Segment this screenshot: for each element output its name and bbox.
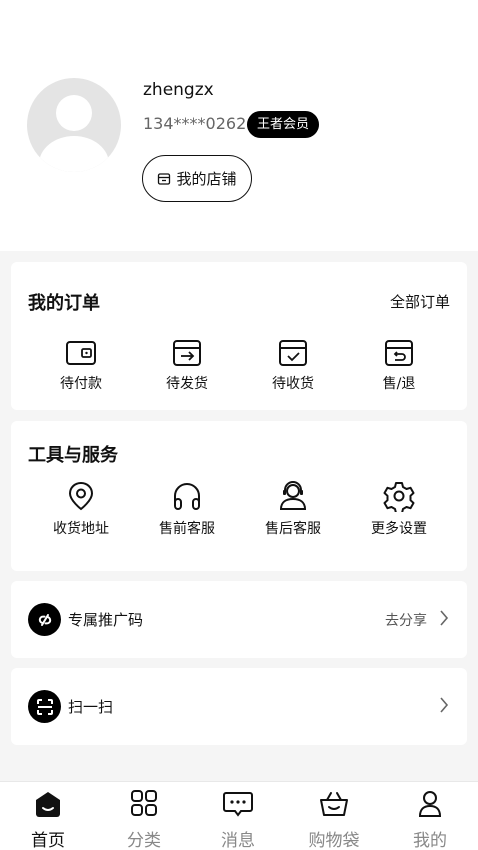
headphones-icon bbox=[174, 483, 200, 510]
all-orders-link[interactable]: 全部订单 bbox=[390, 291, 450, 312]
tab-label: 首页 bbox=[31, 831, 65, 850]
tab-mine[interactable]: 我的 bbox=[382, 790, 478, 850]
location-pin-icon bbox=[68, 481, 94, 511]
order-item-label: 待付款 bbox=[60, 376, 102, 392]
scan-icon bbox=[28, 690, 61, 723]
promo-code-row[interactable]: 专属推广码 去分享 bbox=[11, 581, 467, 658]
order-pending-receipt[interactable]: 待收货 bbox=[240, 339, 346, 393]
tab-label: 消息 bbox=[221, 831, 255, 850]
orders-title: 我的订单 bbox=[28, 293, 100, 314]
message-icon bbox=[223, 792, 253, 817]
gear-icon bbox=[383, 482, 415, 512]
order-item-label: 待发货 bbox=[166, 376, 208, 392]
my-shop-button[interactable]: 我的店铺 bbox=[142, 155, 252, 202]
shop-icon bbox=[158, 172, 171, 185]
tools-card: 工具与服务 收货地址 售前客服 售后客服 更多设置 bbox=[11, 421, 467, 571]
phone-number: 134****0262 bbox=[143, 114, 247, 133]
tab-home[interactable]: 首页 bbox=[0, 790, 96, 850]
avatar-head bbox=[56, 95, 92, 131]
chevron-right-icon bbox=[440, 697, 449, 713]
profile-header: zhengzx 134****0262 王者会员 我的店铺 bbox=[0, 0, 478, 251]
my-shop-label: 我的店铺 bbox=[176, 170, 237, 188]
box-arrow-icon bbox=[173, 340, 201, 366]
order-pending-payment[interactable]: 待付款 bbox=[28, 339, 134, 393]
box-check-icon bbox=[279, 340, 307, 366]
chevron-right-icon bbox=[440, 610, 449, 626]
tools-title: 工具与服务 bbox=[28, 445, 118, 466]
order-after-sale[interactable]: 售/退 bbox=[346, 339, 452, 393]
tab-messages[interactable]: 消息 bbox=[190, 790, 286, 850]
share-link[interactable]: 去分享 bbox=[385, 610, 427, 630]
tab-label: 我的 bbox=[413, 831, 447, 850]
scan-row[interactable]: 扫一扫 bbox=[11, 668, 467, 745]
agent-icon bbox=[279, 481, 307, 510]
user-icon bbox=[418, 791, 442, 817]
tool-aftersale-service[interactable]: 售后客服 bbox=[240, 480, 346, 538]
tab-category[interactable]: 分类 bbox=[96, 790, 192, 850]
order-item-label: 待收货 bbox=[272, 376, 314, 392]
tool-item-label: 售前客服 bbox=[159, 521, 215, 537]
tool-item-label: 售后客服 bbox=[265, 521, 321, 537]
tool-item-label: 收货地址 bbox=[53, 521, 109, 537]
category-icon bbox=[131, 790, 157, 816]
bottom-tab-bar: 首页 分类 消息 购物袋 我的 bbox=[0, 781, 478, 850]
orders-card: 我的订单 全部订单 待付款 待发货 待收货 售/退 bbox=[11, 262, 467, 410]
link-icon bbox=[28, 603, 61, 636]
tool-more-settings[interactable]: 更多设置 bbox=[346, 480, 452, 538]
order-pending-shipment[interactable]: 待发货 bbox=[134, 339, 240, 393]
tool-item-label: 更多设置 bbox=[371, 521, 427, 537]
avatar[interactable] bbox=[27, 78, 121, 172]
tab-label: 购物袋 bbox=[308, 831, 360, 850]
basket-icon bbox=[320, 792, 348, 816]
username: zhengzx bbox=[143, 80, 214, 100]
scan-label: 扫一扫 bbox=[68, 698, 114, 716]
promo-code-label: 专属推广码 bbox=[68, 611, 144, 629]
order-item-label: 售/退 bbox=[382, 376, 416, 392]
tool-address[interactable]: 收货地址 bbox=[28, 480, 134, 538]
avatar-shoulders bbox=[39, 136, 109, 172]
member-badge: 王者会员 bbox=[247, 111, 320, 138]
wallet-icon bbox=[66, 341, 96, 365]
tab-shopping-bag[interactable]: 购物袋 bbox=[286, 790, 382, 850]
tab-label: 分类 bbox=[127, 831, 161, 850]
tool-presale-service[interactable]: 售前客服 bbox=[134, 480, 240, 538]
box-return-icon bbox=[385, 340, 413, 366]
home-icon bbox=[36, 792, 60, 817]
